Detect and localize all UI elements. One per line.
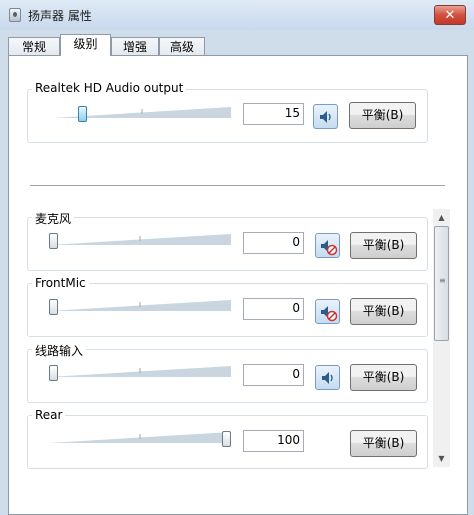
tab-levels[interactable]: 级别	[60, 34, 111, 56]
grip-icon: ≡	[439, 276, 446, 285]
tab-advanced[interactable]: 高级	[159, 37, 205, 55]
channel-volume-slider[interactable]	[49, 230, 231, 252]
master-balance-button[interactable]: 平衡(B)	[349, 102, 416, 129]
slider-thumb[interactable]	[49, 299, 58, 315]
master-volume-slider[interactable]	[53, 103, 231, 125]
channel-volume-value[interactable]: 0	[243, 232, 304, 254]
slider-thumb[interactable]	[222, 431, 231, 447]
channel-volume-value[interactable]: 0	[243, 298, 304, 320]
scroll-up-arrow[interactable]: ▲	[433, 209, 450, 226]
channel-label: 麦克风	[32, 210, 75, 227]
channel-volume-slider[interactable]	[49, 296, 231, 318]
master-label: Realtek HD Audio output	[32, 81, 187, 95]
channel-mute-button[interactable]	[315, 299, 340, 324]
speaker-properties-icon	[9, 8, 21, 22]
slider-track	[49, 432, 231, 443]
title-bar: 扬声器 属性 ✕	[0, 0, 474, 30]
channel-volume-slider[interactable]	[49, 362, 231, 384]
close-icon: ✕	[444, 8, 456, 23]
tab-enhancements[interactable]: 增强	[111, 37, 159, 55]
divider	[30, 185, 445, 186]
channel-label: Rear	[32, 408, 66, 422]
scroll-down-arrow[interactable]: ▼	[433, 450, 450, 467]
master-volume-value[interactable]: 15	[243, 103, 304, 125]
slider-track	[49, 300, 231, 311]
slider-thumb[interactable]	[49, 365, 58, 381]
speaker-muted-icon	[321, 240, 338, 256]
speaker-icon	[322, 372, 333, 384]
slider-track	[49, 234, 231, 245]
channel-label: 线路输入	[32, 342, 87, 359]
channel-mute-button[interactable]	[315, 365, 340, 390]
speaker-muted-icon	[321, 306, 338, 322]
tab-general[interactable]: 常规	[8, 37, 60, 55]
slider-track	[49, 366, 231, 377]
master-mute-button[interactable]	[313, 104, 338, 129]
tab-strip: 常规 级别 增强 高级	[8, 30, 468, 56]
slider-thumb[interactable]	[49, 233, 58, 249]
speaker-icon	[320, 111, 331, 123]
channel-balance-button[interactable]: 平衡(B)	[350, 298, 417, 325]
channel-volume-value[interactable]: 100	[243, 430, 304, 452]
scrollbar-thumb[interactable]: ≡	[434, 226, 449, 341]
channel-label: FrontMic	[32, 276, 89, 290]
channel-mute-button[interactable]	[315, 233, 340, 258]
channels-scrollbar[interactable]: ▲ ≡ ▼	[433, 209, 450, 467]
channel-balance-button[interactable]: 平衡(B)	[350, 232, 417, 259]
channel-balance-button[interactable]: 平衡(B)	[350, 430, 417, 457]
channel-balance-button[interactable]: 平衡(B)	[350, 364, 417, 391]
channel-volume-slider[interactable]	[49, 428, 231, 450]
window-title: 扬声器 属性	[28, 9, 92, 23]
channel-volume-value[interactable]: 0	[243, 364, 304, 386]
close-button[interactable]: ✕	[434, 5, 466, 25]
levels-panel: Realtek HD Audio output 15 平衡(B) 麦克风 0 平…	[8, 55, 468, 515]
slider-thumb[interactable]	[78, 106, 87, 122]
